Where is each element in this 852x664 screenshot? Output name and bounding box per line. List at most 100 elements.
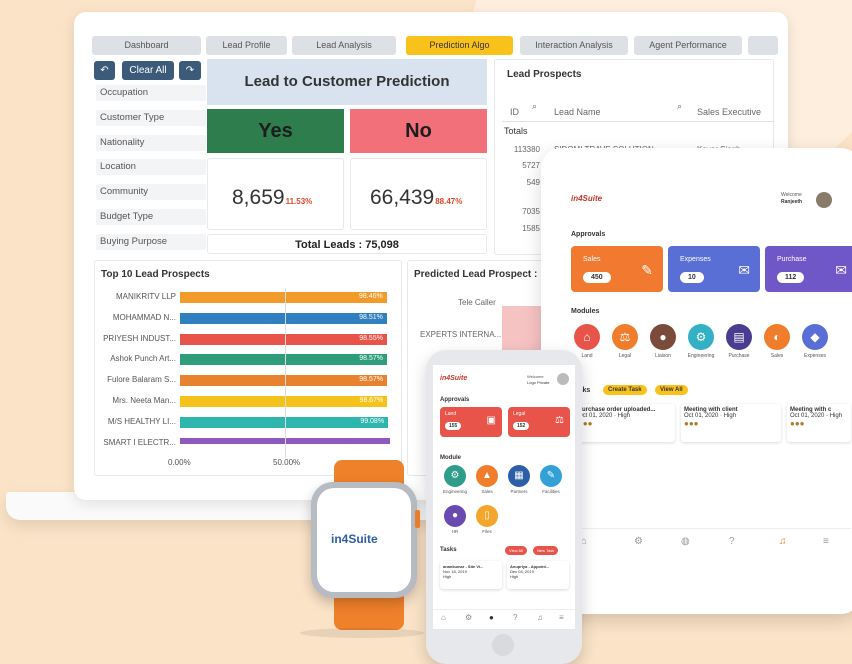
module-liaison[interactable]: ● Liaison (645, 324, 681, 359)
approval-card-expenses[interactable]: Expenses 10 ✉ (668, 246, 760, 292)
tab-lead-profile[interactable]: Lead Profile (206, 36, 287, 55)
phone-welcome: Welcome (527, 374, 544, 379)
module-sales[interactable]: ▲ Sales (471, 465, 503, 494)
tab-agent-performance[interactable]: Agent Performance (634, 36, 742, 55)
view-all-button[interactable]: View All (505, 546, 527, 555)
predicted-label: Tele Caller (458, 298, 496, 307)
settings-icon[interactable]: ⚙ (634, 536, 643, 547)
column-id[interactable]: ID (510, 107, 519, 117)
task-card[interactable]: Meeting with c Oct 01, 2020 · High ●●● (787, 404, 851, 442)
create-task-button[interactable]: Create Task (603, 385, 647, 395)
land-icon: ⌂ (574, 324, 600, 350)
money-icon: ◆ (802, 324, 828, 350)
help-icon[interactable]: ? (513, 613, 517, 622)
module-legal[interactable]: ⚖ Legal (607, 324, 643, 359)
tab-more[interactable] (748, 36, 778, 55)
approval-count: 450 (583, 272, 611, 283)
bar-category-label: Mrs. Neeta Man... (112, 396, 176, 405)
money-icon: ✉ (835, 262, 847, 278)
person-icon: ● (444, 505, 466, 527)
tablet-device: in4Suite Welcome Ranjeeth Approvals Sale… (541, 148, 852, 614)
task-card[interactable]: Purchase order uploaded... Oct 01, 2020 ·… (575, 404, 675, 442)
module-engineering[interactable]: ⚙ Engineering (683, 324, 719, 359)
column-lead-name[interactable]: Lead Name (554, 107, 601, 117)
redo-icon: ↷ (185, 65, 195, 76)
chart-icon: ▲ (476, 465, 498, 487)
bar-category-label: M/S HEALTHY LI... (107, 416, 176, 426)
filter-customer-type[interactable]: Customer Type (96, 110, 206, 126)
task-card[interactable]: Anupriya - Appoint... Dec 04, 2019 High (507, 561, 569, 589)
modules-title: Modules (571, 308, 600, 315)
filter-occupation[interactable]: Occupation (96, 85, 206, 101)
watch-crown[interactable] (415, 510, 420, 528)
module-hr[interactable]: ● HR (439, 505, 471, 534)
no-count: 66,43988.47% (370, 186, 463, 209)
bar-category-label: SMART I ELECTR... (103, 437, 176, 447)
search-icon[interactable]: ⌕ (532, 101, 537, 112)
bar-value-label: 99.08% (360, 417, 385, 425)
tag-icon: ✎ (641, 262, 653, 278)
new-task-button[interactable]: New Task (533, 546, 559, 555)
menu-icon[interactable]: ≡ (559, 613, 564, 622)
filter-location[interactable]: Location (96, 159, 206, 175)
filter-community[interactable]: Community (96, 184, 206, 200)
undo-icon: ↶ (100, 65, 109, 76)
home-icon[interactable]: ⌂ (441, 613, 446, 622)
approval-card-purchase[interactable]: Purchase 112 ✉ (765, 246, 852, 292)
avatar[interactable] (557, 373, 569, 385)
module-purchase[interactable]: ▤ Purchase (721, 324, 757, 359)
clear-all-button[interactable]: Clear All (122, 61, 174, 80)
view-all-button[interactable]: View All (655, 385, 688, 395)
search-icon[interactable]: ⌕ (677, 101, 682, 112)
tab-lead-analysis[interactable]: Lead Analysis (292, 36, 396, 55)
approval-card-land[interactable]: Land 155 ▣ (440, 407, 502, 437)
compass-icon[interactable]: ● (489, 613, 494, 622)
bell-icon[interactable]: ♫ (779, 536, 787, 547)
task-card[interactable]: anankumar - Site Vi... Nov 18, 2019 High (440, 561, 502, 589)
watch-logo: in4Suite (331, 532, 378, 546)
module-sales[interactable]: ◐ Sales (759, 324, 795, 359)
column-sales-executive[interactable]: Sales Executive (697, 107, 761, 117)
approval-card-sales[interactable]: Sales 450 ✎ (571, 246, 663, 292)
sales-icon: ◐ (764, 324, 790, 350)
settings-icon[interactable]: ⚙ (465, 613, 472, 622)
avatar[interactable] (816, 192, 832, 208)
watch-shadow (300, 628, 424, 638)
file-icon: ▯ (476, 505, 498, 527)
filter-buying-purpose[interactable]: Buying Purpose (96, 234, 206, 250)
bar-category-label: MOHAMMAD N... (112, 312, 176, 322)
filter-budget-type[interactable]: Budget Type (96, 209, 206, 225)
facility-icon: ✎ (540, 465, 562, 487)
watch-device: in4Suite (311, 482, 420, 598)
team-avatars: ●●● (578, 419, 593, 428)
table-cell-id: 7035 (522, 207, 540, 216)
undo-button[interactable]: ↶ (94, 61, 115, 80)
approval-count: 112 (777, 272, 805, 283)
bar-category-label: MANIKRITV LLP (115, 292, 176, 301)
compass-icon[interactable]: ◍ (681, 536, 690, 547)
redo-button[interactable]: ↷ (179, 61, 201, 80)
bar-value-label: 98.57% (359, 376, 383, 384)
module-engineering[interactable]: ⚙ Engineering (439, 465, 471, 494)
x-tick-label: 50.00% (273, 458, 301, 467)
module-expenses[interactable]: ◆ Expenses (797, 324, 833, 359)
tab-interaction-analysis[interactable]: Interaction Analysis (520, 36, 628, 55)
phone-user: Logo Private (527, 380, 550, 385)
filter-nationality[interactable]: Nationality (96, 135, 206, 151)
bell-icon[interactable]: ♫ (537, 613, 543, 622)
module-facilities[interactable]: ✎ Facilities (535, 465, 567, 494)
module-files[interactable]: ▯ Files (471, 505, 503, 534)
task-card[interactable]: Meeting with client Oct 01, 2020 · High ●●… (681, 404, 781, 442)
module-partners[interactable]: ▦ Partners (503, 465, 535, 494)
yes-count: 8,65911.53% (232, 186, 313, 209)
menu-icon[interactable]: ≡ (823, 536, 829, 547)
tasks-title: Tasks (440, 547, 457, 553)
tab-dashboard[interactable]: Dashboard (92, 36, 201, 55)
home-button[interactable] (492, 634, 514, 656)
bar-category-label: Ashok Punch Art... (110, 354, 176, 364)
help-icon[interactable]: ? (729, 536, 735, 547)
people-icon: ● (650, 324, 676, 350)
scales-icon: ⚖ (612, 324, 638, 350)
tab-prediction-algo[interactable]: Prediction Algo (406, 36, 513, 55)
approval-card-legal[interactable]: Legal 152 ⚖ (508, 407, 570, 437)
